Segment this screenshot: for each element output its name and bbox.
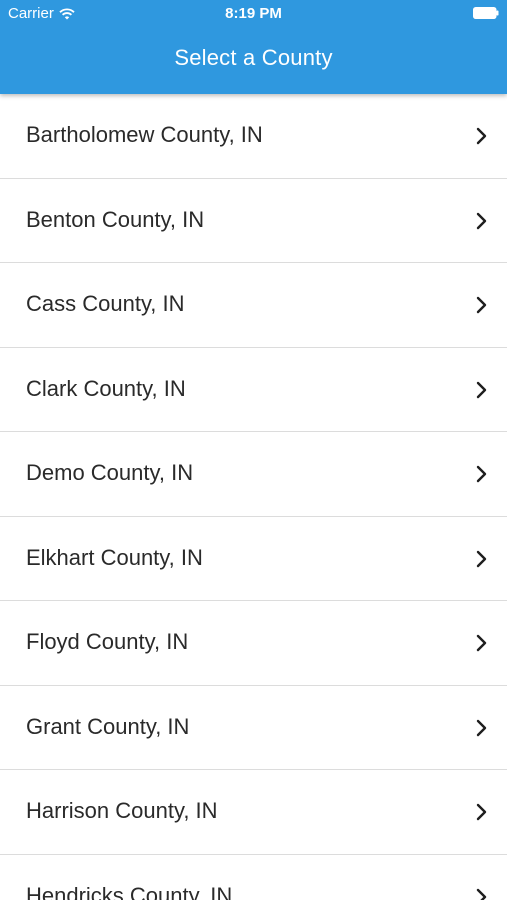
chevron-right-icon [476, 803, 487, 821]
county-name: Cass County, IN [26, 291, 185, 316]
county-list-item[interactable]: Floyd County, IN [0, 601, 507, 686]
county-name: Harrison County, IN [26, 798, 218, 823]
chevron-right-icon [476, 888, 487, 900]
county-list-item[interactable]: Benton County, IN [0, 179, 507, 263]
chevron-right-icon [476, 465, 487, 483]
county-list-item[interactable]: Cass County, IN [0, 263, 507, 348]
page-title: Select a County [174, 45, 333, 70]
chevron-right-icon [476, 127, 487, 145]
app-screen: Carrier 8:19 PM Select a County Bartholo… [0, 0, 507, 900]
chevron-right-icon [476, 634, 487, 652]
chevron-right-icon [476, 296, 487, 314]
status-bar: Carrier 8:19 PM [0, 0, 507, 28]
county-name: Benton County, IN [26, 206, 205, 232]
county-list-item[interactable]: Grant County, IN [0, 686, 507, 770]
county-list-item[interactable]: Elkhart County, IN [0, 517, 507, 601]
chevron-right-icon [476, 381, 487, 398]
navigation-header: Carrier 8:19 PM Select a County [0, 0, 507, 94]
county-list-item[interactable]: Bartholomew County, IN [0, 94, 507, 179]
county-list-item[interactable]: Clark County, IN [0, 348, 507, 432]
county-list-item[interactable]: Harrison County, IN [0, 770, 507, 855]
chevron-right-icon [476, 719, 487, 736]
chevron-right-icon [476, 550, 487, 567]
county-list-item[interactable]: Demo County, IN [0, 432, 507, 517]
county-name: Demo County, IN [26, 460, 194, 485]
status-time: 8:19 PM [225, 5, 282, 22]
county-name: Bartholomew County, IN [26, 122, 263, 147]
county-list: Bartholomew County, IN Benton County, IN C… [0, 94, 507, 900]
county-name: Grant County, IN [26, 713, 190, 739]
county-name: Hendricks County, IN [26, 882, 233, 900]
county-name: Elkhart County, IN [26, 544, 203, 570]
county-name: Clark County, IN [26, 375, 186, 401]
county-name: Floyd County, IN [26, 629, 189, 654]
battery-icon [473, 7, 499, 19]
chevron-right-icon [476, 212, 487, 229]
county-list-item[interactable]: Hendricks County, IN [0, 855, 507, 900]
